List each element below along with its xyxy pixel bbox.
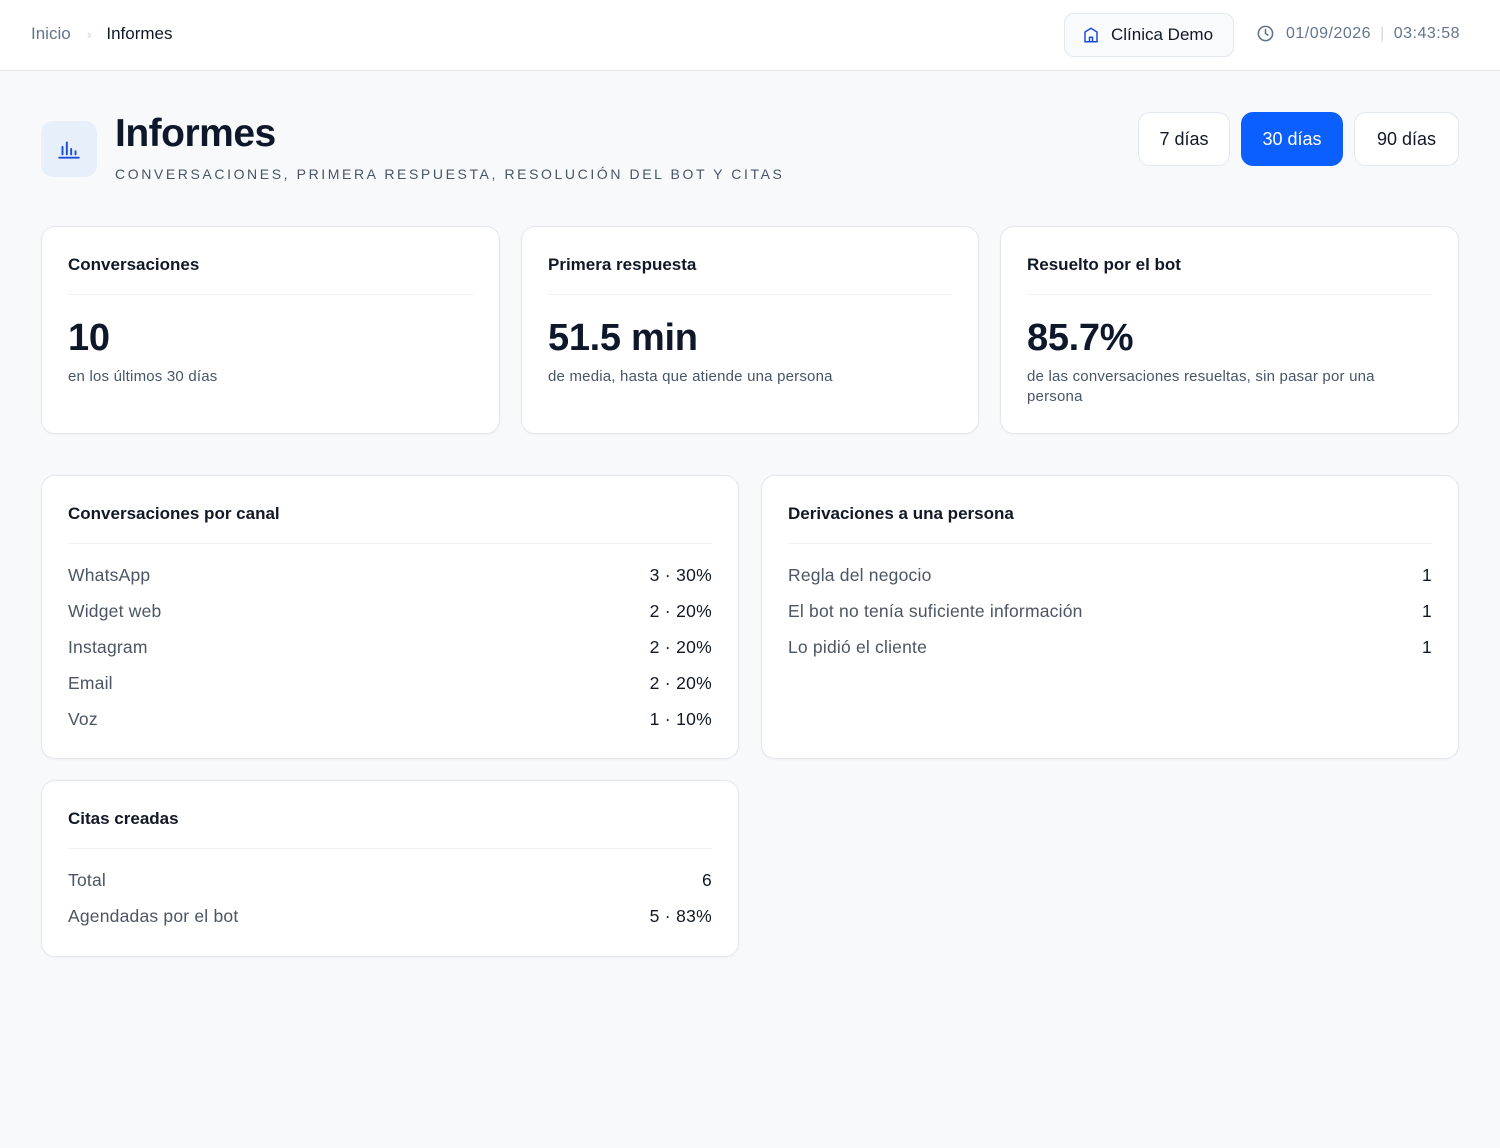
- chevron-right-icon: ›: [86, 26, 92, 42]
- row-value: 1: [1421, 565, 1432, 585]
- row-label: Total: [68, 870, 106, 890]
- row-label: Agendadas por el bot: [68, 906, 239, 926]
- list-item: Agendadas por el bot 5 · 83%: [68, 906, 712, 942]
- date-time-separator: |: [1380, 24, 1385, 42]
- kpi-value: 85.7%: [1027, 317, 1134, 359]
- handoff-list: Regla del negocio 1 El bot no tenía sufi…: [788, 565, 1432, 673]
- row-value: 1 · 10%: [649, 709, 712, 729]
- row-value: 1: [1421, 637, 1432, 657]
- range-7-days-button[interactable]: 7 días: [1138, 112, 1230, 166]
- row-label: Lo pidió el cliente: [788, 637, 928, 657]
- clock-icon: [1256, 24, 1275, 43]
- kpi-description: en los últimos 30 días: [68, 368, 218, 385]
- row-value: 1: [1421, 601, 1432, 621]
- page-title: Informes: [115, 112, 276, 155]
- divider: [68, 543, 712, 544]
- list-item: Voz 1 · 10%: [68, 709, 712, 745]
- clock: 01/09/2026 | 03:43:58: [1256, 24, 1460, 43]
- divider: [548, 294, 952, 295]
- row-value: 2 · 20%: [649, 673, 712, 693]
- clinic-selector-button[interactable]: Clínica Demo: [1064, 13, 1234, 57]
- channel-list: WhatsApp 3 · 30% Widget web 2 · 20% Inst…: [68, 565, 712, 745]
- row-value: 2 · 20%: [649, 637, 712, 657]
- kpi-description: de media, hasta que atiende una persona: [548, 368, 833, 385]
- row-label: El bot no tenía suficiente información: [788, 601, 1083, 621]
- list-item: Email 2 · 20%: [68, 673, 712, 709]
- list-item: Instagram 2 · 20%: [68, 637, 712, 673]
- top-bar: Inicio › Informes Clínica Demo 01/09/202…: [0, 0, 1500, 71]
- kpi-description: de las conversaciones resueltas, sin pas…: [1027, 368, 1375, 405]
- handoffs-card: Derivaciones a una persona Regla del neg…: [761, 475, 1459, 759]
- card-title: Conversaciones por canal: [68, 504, 280, 523]
- breadcrumb: Inicio › Informes: [31, 24, 173, 44]
- list-item: El bot no tenía suficiente información 1: [788, 601, 1432, 637]
- row-label: Widget web: [68, 601, 162, 621]
- row-label: Voz: [68, 709, 98, 729]
- list-item: Total 6: [68, 870, 712, 906]
- kpi-card-conversations: Conversaciones 10 en los últimos 30 días: [41, 226, 500, 434]
- current-date: 01/09/2026: [1286, 24, 1372, 42]
- range-90-days-button[interactable]: 90 días: [1354, 112, 1459, 166]
- row-value: 3 · 30%: [649, 565, 712, 585]
- divider: [1027, 294, 1432, 295]
- list-item: Widget web 2 · 20%: [68, 601, 712, 637]
- appointments-card: Citas creadas Total 6 Agendadas por el b…: [41, 780, 739, 957]
- row-label: Instagram: [68, 637, 148, 657]
- appointments-list: Total 6 Agendadas por el bot 5 · 83%: [68, 870, 712, 942]
- card-title: Derivaciones a una persona: [788, 504, 1014, 523]
- row-value: 2 · 20%: [649, 601, 712, 621]
- breadcrumb-home-link[interactable]: Inicio: [31, 24, 71, 44]
- building-icon: [1082, 26, 1100, 44]
- row-label: Regla del negocio: [788, 565, 932, 585]
- range-30-days-button[interactable]: 30 días: [1241, 112, 1343, 166]
- row-label: WhatsApp: [68, 565, 151, 585]
- divider: [68, 294, 473, 295]
- breadcrumb-current: Informes: [106, 24, 173, 43]
- kpi-title: Primera respuesta: [548, 255, 697, 274]
- row-value: 5 · 83%: [649, 906, 712, 926]
- divider: [788, 543, 1432, 544]
- row-label: Email: [68, 673, 113, 693]
- kpi-value: 10: [68, 317, 110, 359]
- kpi-card-first-response: Primera respuesta 51.5 min de media, has…: [521, 226, 979, 434]
- clinic-label: Clínica Demo: [1111, 25, 1214, 44]
- list-item: WhatsApp 3 · 30%: [68, 565, 712, 601]
- list-item: Regla del negocio 1: [788, 565, 1432, 601]
- kpi-title: Resuelto por el bot: [1027, 255, 1181, 274]
- current-time: 03:43:58: [1393, 24, 1461, 42]
- channels-card: Conversaciones por canal WhatsApp 3 · 30…: [41, 475, 739, 759]
- kpi-value: 51.5 min: [548, 317, 698, 359]
- divider: [68, 848, 712, 849]
- row-value: 6: [701, 870, 712, 890]
- card-title: Citas creadas: [68, 809, 179, 828]
- list-item: Lo pidió el cliente 1: [788, 637, 1432, 673]
- kpi-card-bot-resolved: Resuelto por el bot 85.7% de las convers…: [1000, 226, 1459, 434]
- bar-chart-icon: [41, 121, 97, 177]
- page-subtitle: CONVERSACIONES, PRIMERA RESPUESTA, RESOL…: [115, 166, 785, 182]
- kpi-title: Conversaciones: [68, 255, 200, 274]
